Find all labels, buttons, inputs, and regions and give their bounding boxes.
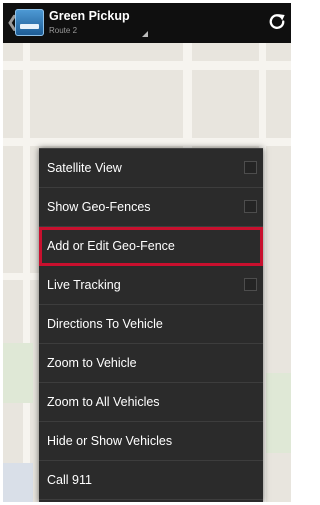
menu-item-label: Show Geo-Fences <box>47 200 151 214</box>
menu-item-satellite-view[interactable]: Satellite View <box>39 149 263 188</box>
menu-item-hide-show-vehicles[interactable]: Hide or Show Vehicles <box>39 422 263 461</box>
menu-item-label: Directions To Vehicle <box>47 317 163 331</box>
menu-item-call-911[interactable]: Call 911 <box>39 461 263 500</box>
map-road <box>3 273 43 280</box>
show-geo-fences-checkbox[interactable] <box>244 200 257 213</box>
menu-item-label: Add or Edit Geo-Fence <box>47 239 175 253</box>
device-screen: ❮ Green Pickup Route 2 Satellite View Sh… <box>3 3 291 502</box>
map-park <box>3 463 33 502</box>
map-road <box>3 138 291 146</box>
menu-item-zoom-to-all-vehicles[interactable]: Zoom to All Vehicles <box>39 383 263 422</box>
action-bar: ❮ Green Pickup Route 2 <box>3 3 291 43</box>
dropdown-corner-icon[interactable] <box>142 31 148 37</box>
menu-item-zoom-to-vehicle[interactable]: Zoom to Vehicle <box>39 344 263 383</box>
map-road <box>3 61 291 70</box>
menu-item-show-geo-fences[interactable]: Show Geo-Fences <box>39 188 263 227</box>
menu-item-label: Satellite View <box>47 161 122 175</box>
map-park <box>266 373 291 453</box>
refresh-icon[interactable] <box>267 12 287 32</box>
overflow-menu: Satellite View Show Geo-Fences Add or Ed… <box>39 148 263 502</box>
menu-item-label: Live Tracking <box>47 278 121 292</box>
menu-item-add-edit-geo-fence[interactable]: Add or Edit Geo-Fence <box>39 227 263 266</box>
menu-item-label: Zoom to All Vehicles <box>47 395 160 409</box>
map-park <box>3 343 33 403</box>
menu-item-label: Zoom to Vehicle <box>47 356 137 370</box>
live-tracking-checkbox[interactable] <box>244 278 257 291</box>
vehicle-app-icon[interactable] <box>15 9 44 36</box>
vehicle-title[interactable]: Green Pickup <box>49 9 130 23</box>
menu-item-live-tracking[interactable]: Live Tracking <box>39 266 263 305</box>
satellite-view-checkbox[interactable] <box>244 161 257 174</box>
menu-item-directions-to-vehicle[interactable]: Directions To Vehicle <box>39 305 263 344</box>
menu-item-label: Hide or Show Vehicles <box>47 434 173 448</box>
vehicle-subtitle[interactable]: Route 2 <box>49 26 77 35</box>
menu-item-label: Call 911 <box>47 473 92 487</box>
